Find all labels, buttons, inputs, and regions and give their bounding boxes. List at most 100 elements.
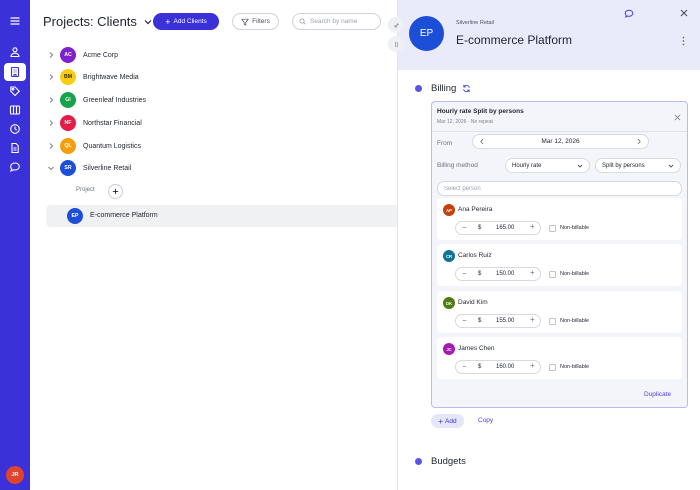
- add-clients-button[interactable]: + Add Clients: [153, 13, 219, 30]
- minus-icon[interactable]: −: [462, 269, 467, 278]
- chevron-right-icon[interactable]: [47, 142, 55, 150]
- app-rail: JR: [0, 0, 30, 490]
- non-billable-label: Non-billable: [560, 271, 590, 277]
- select-person-input[interactable]: [444, 182, 674, 195]
- client-row[interactable]: BM Brightwave Media: [30, 67, 397, 87]
- chevron-down-icon[interactable]: [47, 164, 55, 172]
- person-avatar: JC: [443, 343, 455, 355]
- clock-icon[interactable]: [4, 120, 26, 138]
- client-avatar: GI: [60, 92, 76, 108]
- add-project-button[interactable]: [108, 184, 123, 199]
- project-avatar: EP: [67, 208, 83, 224]
- person-name: Ana Pereira: [458, 206, 493, 213]
- comment-icon[interactable]: [624, 9, 634, 19]
- split-mode-value: Split by persons: [602, 162, 645, 169]
- minus-icon[interactable]: −: [462, 316, 467, 325]
- project-row[interactable]: EP E-commerce Platform: [46, 205, 397, 227]
- budgets-section-dot: [415, 458, 422, 465]
- minus-icon[interactable]: −: [462, 223, 467, 232]
- chevron-right-icon[interactable]: [47, 51, 55, 59]
- billing-section-title[interactable]: Billing: [431, 83, 456, 94]
- from-label: From: [437, 140, 453, 147]
- currency-symbol: $: [478, 271, 482, 277]
- non-billable-checkbox[interactable]: [549, 225, 556, 232]
- person-avatar: CR: [443, 250, 455, 262]
- billing-card-title: Hourly rate Split by persons: [437, 108, 524, 115]
- tag-icon[interactable]: [4, 82, 26, 100]
- client-row[interactable]: GI Greenleaf Industries: [30, 90, 397, 110]
- search-input[interactable]: [310, 18, 374, 25]
- add-label: Add: [445, 417, 457, 425]
- client-avatar: BM: [60, 69, 76, 85]
- table-icon[interactable]: [4, 101, 26, 119]
- rate-value[interactable]: 155.00: [496, 318, 514, 324]
- non-billable-checkbox[interactable]: [549, 318, 556, 325]
- client-name: Quantum Logistics: [83, 142, 141, 150]
- non-billable-checkbox[interactable]: [549, 364, 556, 371]
- client-avatar: NF: [60, 115, 76, 131]
- currency-symbol: $: [478, 318, 482, 324]
- rate-stepper[interactable]: − $ 160.00 +: [455, 360, 541, 374]
- search-icon: [299, 18, 306, 25]
- client-row[interactable]: QL Quantum Logistics: [30, 136, 397, 156]
- person-name: James Chen: [458, 345, 495, 352]
- client-avatar: AC: [60, 47, 76, 63]
- client-avatar: SR: [60, 160, 76, 176]
- users-icon[interactable]: [4, 43, 26, 61]
- minus-icon[interactable]: −: [462, 362, 467, 371]
- filters-button[interactable]: Filters: [232, 13, 279, 30]
- chevron-right-icon[interactable]: [47, 73, 55, 81]
- project-avatar-large: EP: [409, 16, 444, 51]
- duplicate-link[interactable]: Duplicate: [644, 391, 671, 398]
- client-name: Greenleaf Industries: [83, 96, 147, 104]
- split-mode-select[interactable]: Split by persons: [595, 158, 681, 173]
- plus-icon[interactable]: +: [530, 268, 535, 277]
- filters-label: Filters: [252, 18, 270, 25]
- non-billable-label: Non-billable: [560, 225, 590, 231]
- select-person-field: [437, 181, 682, 196]
- client-row[interactable]: NF Northstar Financial: [30, 113, 397, 133]
- page-title[interactable]: Projects: Clients: [43, 14, 153, 29]
- chat-icon[interactable]: [4, 158, 26, 176]
- document-icon[interactable]: [4, 139, 26, 157]
- close-icon[interactable]: [680, 9, 688, 17]
- project-name: E-commerce Platform: [90, 212, 158, 219]
- rate-stepper[interactable]: − $ 150.00 +: [455, 267, 541, 281]
- add-billing-button[interactable]: + Add: [431, 414, 464, 428]
- rate-value[interactable]: 150.00: [496, 271, 514, 277]
- building-icon[interactable]: [4, 63, 26, 81]
- client-row[interactable]: SR Silverline Retail: [30, 158, 397, 178]
- rate-value[interactable]: 165.00: [496, 225, 514, 231]
- rate-stepper[interactable]: − $ 165.00 +: [455, 221, 541, 235]
- from-date-picker[interactable]: Mar 12, 2026: [472, 134, 649, 149]
- chevron-right-icon[interactable]: [47, 119, 55, 127]
- copy-button[interactable]: Copy: [478, 417, 493, 424]
- client-row[interactable]: AC Acme Corp: [30, 45, 397, 65]
- budgets-section-title[interactable]: Budgets: [431, 456, 466, 467]
- rate-value[interactable]: 160.00: [496, 364, 514, 370]
- more-vertical-icon[interactable]: [682, 36, 685, 46]
- plus-icon[interactable]: +: [530, 315, 535, 324]
- rate-stepper[interactable]: − $ 155.00 +: [455, 314, 541, 328]
- close-icon[interactable]: [674, 114, 681, 121]
- drag-handle-icon[interactable]: [388, 36, 404, 52]
- pin-icon[interactable]: [388, 17, 404, 33]
- filter-icon: [241, 18, 250, 26]
- chevron-right-icon[interactable]: [47, 96, 55, 104]
- user-avatar[interactable]: JR: [6, 466, 24, 484]
- client-name: Brightwave Media: [83, 73, 139, 81]
- chevron-right-icon[interactable]: [636, 138, 642, 145]
- project-label: Project: [76, 187, 95, 193]
- refresh-icon[interactable]: [462, 84, 471, 93]
- plus-icon[interactable]: +: [530, 361, 535, 370]
- billing-method-select[interactable]: Hourly rate: [505, 158, 590, 173]
- person-rate-card: DK David Kim − $ 155.00 + Non-billable: [437, 291, 682, 333]
- plus-icon[interactable]: +: [530, 222, 535, 231]
- chevron-down-icon: [144, 19, 152, 24]
- non-billable-checkbox[interactable]: [549, 271, 556, 278]
- non-billable-label: Non-billable: [560, 318, 590, 324]
- menu-icon[interactable]: [4, 12, 26, 30]
- plus-icon: [112, 188, 119, 195]
- project-detail-panel: EP Silverline Retail E-commerce Platform…: [388, 0, 700, 490]
- search-box: [292, 13, 381, 30]
